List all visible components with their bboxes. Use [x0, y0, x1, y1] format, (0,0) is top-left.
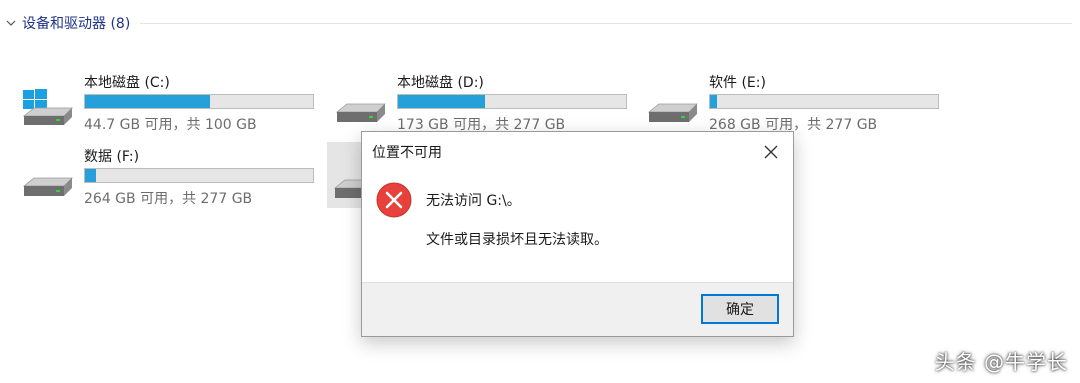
drive-name: 本地磁盘 (C:)	[84, 75, 170, 91]
error-dialog: 位置不可用 无法访问 G:\。 文件或目录损坏且无法读取。 确定	[361, 131, 794, 337]
dialog-message-primary: 无法访问 G:\。	[426, 193, 521, 209]
group-label: 设备和驱动器 (8)	[22, 16, 131, 32]
drive-usage-fill	[398, 95, 485, 108]
drive-icon	[335, 103, 386, 122]
drive-name: 软件 (E:)	[709, 75, 766, 91]
drive-icon	[22, 177, 73, 196]
drive-usage-fill	[85, 95, 211, 108]
drive-item-e[interactable]: 软件 (E:) 268 GB 可用，共 277 GB	[645, 72, 945, 133]
drive-usage-bar	[84, 94, 314, 109]
drive-item-d[interactable]: 本地磁盘 (D:) 173 GB 可用，共 277 GB	[333, 72, 633, 133]
drive-item-f[interactable]: 数据 (F:) 264 GB 可用，共 277 GB	[20, 146, 320, 207]
drive-usage-fill	[85, 169, 97, 182]
ok-button[interactable]: 确定	[701, 294, 779, 324]
drive-size-text: 44.7 GB 可用，共 100 GB	[84, 117, 257, 133]
chevron-down-icon[interactable]	[6, 18, 16, 28]
windows-drive-icon	[22, 89, 73, 125]
drive-usage-bar	[709, 94, 939, 109]
group-header[interactable]: 设备和驱动器 (8)	[6, 12, 1072, 34]
dialog-footer: 确定	[362, 282, 793, 336]
drive-icon	[647, 103, 698, 122]
drive-usage-fill	[710, 95, 717, 108]
divider	[140, 22, 1072, 24]
drive-size-text: 264 GB 可用，共 277 GB	[84, 191, 253, 207]
drive-name: 数据 (F:)	[84, 149, 140, 165]
dialog-title: 位置不可用	[372, 145, 442, 161]
watermark: 头条 @牛学长	[934, 350, 1068, 374]
dialog-message-secondary: 文件或目录损坏且无法读取。	[426, 232, 608, 248]
drive-usage-bar	[84, 168, 314, 183]
close-icon[interactable]	[759, 140, 783, 164]
drive-item-c[interactable]: 本地磁盘 (C:) 44.7 GB 可用，共 100 GB	[20, 72, 320, 133]
drive-usage-bar	[397, 94, 627, 109]
error-icon	[376, 182, 412, 218]
drive-name: 本地磁盘 (D:)	[397, 75, 484, 91]
